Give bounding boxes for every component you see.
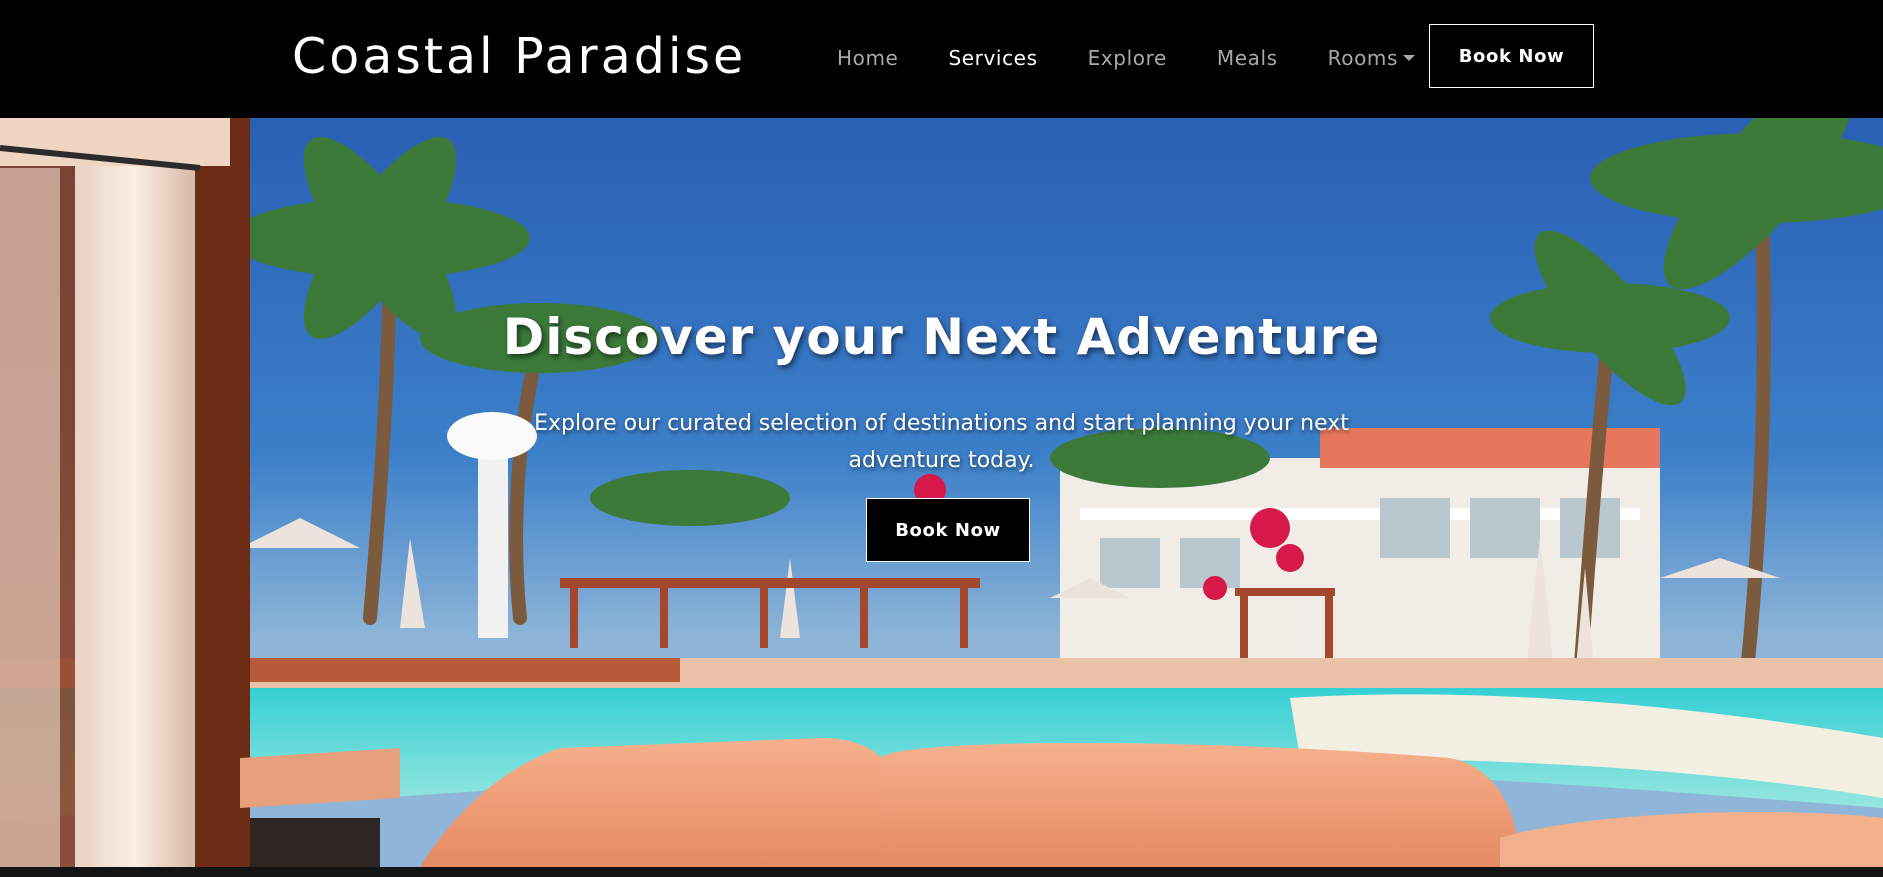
nav-link-home[interactable]: Home: [812, 40, 923, 76]
brand-logo[interactable]: Coastal Paradise: [292, 24, 746, 90]
nav-links: Home Services Explore Meals Rooms: [812, 40, 1440, 76]
nav-link-explore[interactable]: Explore: [1063, 40, 1192, 76]
hero-title: Discover your Next Adventure: [502, 308, 1381, 366]
nav-link-meals[interactable]: Meals: [1192, 40, 1303, 76]
hero-section: Discover your Next Adventure Explore our…: [0, 118, 1883, 867]
nav-link-rooms-label: Rooms: [1327, 46, 1399, 70]
top-navbar: Coastal Paradise Home Services Explore M…: [0, 0, 1883, 118]
hero-subtitle: Explore our curated selection of destina…: [534, 411, 1349, 473]
nav-link-rooms-dropdown[interactable]: Rooms: [1303, 40, 1440, 76]
nav-book-now-button[interactable]: Book Now: [1429, 24, 1594, 88]
hero-background-image: [0, 118, 1883, 867]
caret-down-icon: [1403, 55, 1416, 61]
hero-book-now-button[interactable]: Book Now: [866, 498, 1030, 562]
next-section-edge: [0, 867, 1883, 877]
nav-link-services[interactable]: Services: [923, 40, 1062, 76]
